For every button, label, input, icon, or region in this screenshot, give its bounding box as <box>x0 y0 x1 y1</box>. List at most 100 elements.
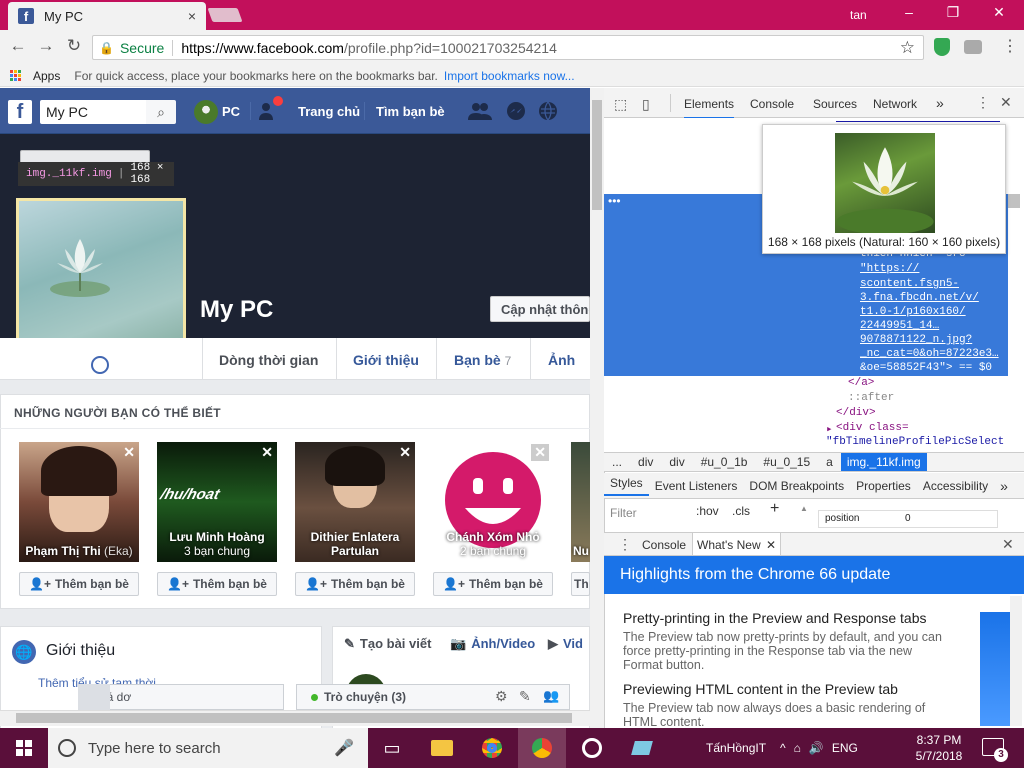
forward-button[interactable]: → <box>34 36 58 56</box>
crumb[interactable]: ... <box>604 455 630 469</box>
add-friend-button[interactable]: 👤+ Thêm bạn bè <box>157 572 277 596</box>
chrome-menu-icon[interactable]: ⋮ <box>1002 36 1018 56</box>
globe-icon[interactable] <box>536 101 560 123</box>
update-info-button[interactable]: Cập nhật thông <box>490 296 590 322</box>
network-icon[interactable]: ⌂ <box>794 741 801 755</box>
devtools-menu-icon[interactable]: ⋮ <box>976 94 990 111</box>
page-scroll-thumb[interactable] <box>592 100 602 210</box>
dismiss-icon[interactable]: ✕ <box>261 444 273 461</box>
tab-timeline[interactable]: Dòng thời gian <box>219 352 318 368</box>
shield-extension-icon[interactable] <box>934 38 950 56</box>
add-friend-button[interactable]: 👤+ Thêm bạn bè <box>19 572 139 596</box>
start-button[interactable] <box>0 728 48 768</box>
dismiss-icon[interactable]: ✕ <box>531 444 549 461</box>
tab-dom-breakpoints[interactable]: DOM Breakpoints <box>743 479 850 493</box>
create-post-tab[interactable]: ✎ Tạo bài viết <box>344 636 431 652</box>
friends-icon[interactable] <box>468 101 492 123</box>
new-tab-button[interactable] <box>207 8 243 22</box>
profile-shield-icon[interactable] <box>91 356 109 374</box>
tab-friends[interactable]: Bạn bè 7 <box>454 352 511 368</box>
media-app-icon[interactable] <box>568 728 616 768</box>
user-avatar[interactable] <box>194 100 218 124</box>
drawer-tab-whats-new[interactable]: What's New ✕ <box>692 533 782 555</box>
live-video-tab[interactable]: ▶ Vid <box>548 636 583 652</box>
add-friend-button[interactable]: 👤+ Thêm bạn bè <box>295 572 415 596</box>
drawer-close-icon[interactable]: ✕ <box>1002 536 1014 553</box>
bookmark-star-icon[interactable]: ☆ <box>900 38 915 58</box>
tab-properties[interactable]: Properties <box>850 479 917 493</box>
tab-close-icon[interactable]: × <box>188 8 196 24</box>
apps-link[interactable]: Apps <box>33 69 60 83</box>
gear-icon[interactable]: ⚙ <box>495 688 508 705</box>
tree-line[interactable]: "https:// <box>860 263 919 275</box>
window-close-button[interactable]: ✕ <box>984 4 1014 21</box>
tree-line[interactable]: <div class= <box>836 422 909 434</box>
elements-scroll-thumb[interactable] <box>1008 194 1020 208</box>
minimize-button[interactable]: – <box>894 4 924 20</box>
node-ellipsis-icon[interactable]: ••• <box>608 194 621 208</box>
chrome-app-icon[interactable] <box>468 728 516 768</box>
profile-name[interactable]: My PC <box>200 296 273 324</box>
tree-line[interactable]: scontent.fsgn5- <box>860 278 959 290</box>
whats-new-heading[interactable]: Previewing HTML content in the Preview t… <box>623 681 898 697</box>
pymk-card[interactable]: ✕ Chánh Xóm Nhỏ 2 bạn chung <box>433 442 553 562</box>
task-view-icon[interactable]: ▭ <box>368 728 416 768</box>
crumb[interactable]: #u_0_15 <box>755 455 818 469</box>
tree-line[interactable]: 9078871122_n.jpg? <box>860 334 972 346</box>
cls-toggle[interactable]: .cls <box>732 504 750 518</box>
add-friend-button[interactable]: 👤+ Thêm bạn bè <box>433 572 553 596</box>
pymk-card[interactable]: ✕ Phạm Thị Thi (Eka) <box>19 442 139 562</box>
more-panels-icon[interactable]: » <box>994 478 1014 494</box>
tab-console[interactable]: Console <box>750 97 794 111</box>
drawer-scrollbar[interactable] <box>1010 596 1022 726</box>
nav-user-link[interactable]: PC <box>222 104 240 119</box>
tree-line[interactable]: 3.fna.fbcdn.net/v/ <box>860 292 979 304</box>
more-tabs-icon[interactable]: » <box>936 95 944 111</box>
tab-photos[interactable]: Ảnh <box>548 352 575 368</box>
pen-app-icon[interactable] <box>618 728 666 768</box>
extension-icon[interactable] <box>964 40 982 54</box>
maximize-button[interactable]: ❐ <box>938 4 968 21</box>
input-language[interactable]: ENG <box>832 741 858 755</box>
apps-grid-icon[interactable] <box>10 70 21 81</box>
pymk-card[interactable]: Nu <box>571 442 590 562</box>
tab-about[interactable]: Giới thiệu <box>353 352 419 368</box>
nav-home-link[interactable]: Trang chủ <box>298 104 360 119</box>
address-bar[interactable]: 🔒 Secure https://www.facebook.com /profi… <box>92 35 924 60</box>
devtools-close-icon[interactable]: ✕ <box>1000 94 1012 111</box>
tab-elements[interactable]: Elements <box>684 97 735 119</box>
device-toolbar-icon[interactable]: ▯ <box>642 96 650 113</box>
crumb[interactable]: a <box>818 455 841 469</box>
crumb[interactable]: div <box>630 455 661 469</box>
microphone-icon[interactable]: 🎤 <box>334 738 354 758</box>
add-style-rule-icon[interactable]: + <box>770 500 779 518</box>
tab-sources[interactable]: Sources <box>813 97 857 111</box>
tree-line[interactable]: t1.0-1/p160x160/ <box>860 306 966 318</box>
dismiss-icon[interactable]: ✕ <box>123 444 135 461</box>
nav-find-friends-link[interactable]: Tìm bạn bè <box>376 104 445 119</box>
import-bookmarks-link[interactable]: Import bookmarks now... <box>444 69 575 83</box>
tree-line[interactable]: "fbTimelineProfilePicSelect <box>826 436 1004 448</box>
messenger-icon[interactable] <box>504 101 528 123</box>
taskbar-search[interactable]: Type here to search 🎤 <box>48 728 368 768</box>
pymk-card[interactable]: ✕ Dithier Enlatera Partulan <box>295 442 415 562</box>
photo-video-tab[interactable]: 📷 Ảnh/Video <box>450 636 535 652</box>
reload-button[interactable]: ↻ <box>62 36 86 56</box>
chat-icon[interactable] <box>78 684 110 710</box>
facebook-search-input[interactable]: My PC <box>40 100 146 124</box>
file-explorer-icon[interactable] <box>418 728 466 768</box>
volume-icon[interactable]: 🔊 <box>809 741 824 755</box>
dismiss-icon[interactable]: ✕ <box>399 444 411 461</box>
add-friend-button[interactable]: Th <box>571 572 590 596</box>
whats-new-heading[interactable]: Pretty-printing in the Preview and Respo… <box>623 610 927 626</box>
tree-line[interactable]: ::after <box>848 392 894 404</box>
facebook-logo[interactable]: f <box>8 100 32 124</box>
compose-icon[interactable]: ✎ <box>519 688 531 705</box>
tab-network[interactable]: Network <box>873 97 917 111</box>
tree-line[interactable]: </div> <box>836 407 876 419</box>
tree-line[interactable]: 22449951_14… <box>860 320 939 332</box>
page-hscroll-thumb[interactable] <box>16 713 572 723</box>
tray-user-name[interactable]: TấnHồngIT <box>706 741 766 755</box>
taskbar-clock[interactable]: 8:37 PM 5/7/2018 <box>908 732 970 764</box>
crumb-selected[interactable]: img._11kf.img <box>840 453 927 471</box>
